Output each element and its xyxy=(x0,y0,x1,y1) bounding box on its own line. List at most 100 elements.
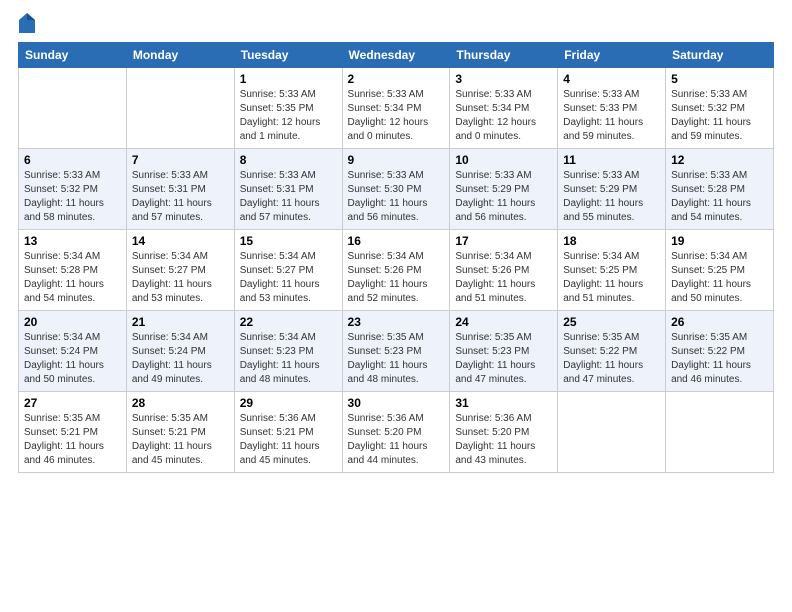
day-number: 3 xyxy=(455,72,552,86)
day-number: 2 xyxy=(348,72,445,86)
header-tuesday: Tuesday xyxy=(234,43,342,68)
calendar-cell: 25 Sunrise: 5:35 AMSunset: 5:22 PMDaylig… xyxy=(558,311,666,392)
day-detail: Sunrise: 5:33 AMSunset: 5:33 PMDaylight:… xyxy=(563,89,643,142)
day-number: 19 xyxy=(671,234,768,248)
day-number: 9 xyxy=(348,153,445,167)
day-detail: Sunrise: 5:33 AMSunset: 5:32 PMDaylight:… xyxy=(671,89,751,142)
calendar-cell: 27 Sunrise: 5:35 AMSunset: 5:21 PMDaylig… xyxy=(19,392,127,473)
day-detail: Sunrise: 5:33 AMSunset: 5:30 PMDaylight:… xyxy=(348,170,428,223)
calendar-cell: 14 Sunrise: 5:34 AMSunset: 5:27 PMDaylig… xyxy=(126,230,234,311)
day-detail: Sunrise: 5:33 AMSunset: 5:28 PMDaylight:… xyxy=(671,170,751,223)
day-number: 17 xyxy=(455,234,552,248)
day-number: 22 xyxy=(240,315,337,329)
day-number: 27 xyxy=(24,396,121,410)
calendar-week-row: 1 Sunrise: 5:33 AMSunset: 5:35 PMDayligh… xyxy=(19,68,774,149)
day-detail: Sunrise: 5:35 AMSunset: 5:21 PMDaylight:… xyxy=(132,413,212,466)
day-number: 11 xyxy=(563,153,660,167)
header-thursday: Thursday xyxy=(450,43,558,68)
header-saturday: Saturday xyxy=(666,43,774,68)
weekday-header-row: Sunday Monday Tuesday Wednesday Thursday… xyxy=(19,43,774,68)
calendar-cell: 15 Sunrise: 5:34 AMSunset: 5:27 PMDaylig… xyxy=(234,230,342,311)
calendar-cell: 30 Sunrise: 5:36 AMSunset: 5:20 PMDaylig… xyxy=(342,392,450,473)
day-detail: Sunrise: 5:33 AMSunset: 5:32 PMDaylight:… xyxy=(24,170,104,223)
calendar-cell: 20 Sunrise: 5:34 AMSunset: 5:24 PMDaylig… xyxy=(19,311,127,392)
day-number: 26 xyxy=(671,315,768,329)
day-number: 7 xyxy=(132,153,229,167)
day-detail: Sunrise: 5:33 AMSunset: 5:31 PMDaylight:… xyxy=(132,170,212,223)
calendar-cell: 12 Sunrise: 5:33 AMSunset: 5:28 PMDaylig… xyxy=(666,149,774,230)
day-number: 20 xyxy=(24,315,121,329)
calendar-cell: 26 Sunrise: 5:35 AMSunset: 5:22 PMDaylig… xyxy=(666,311,774,392)
day-number: 1 xyxy=(240,72,337,86)
day-detail: Sunrise: 5:35 AMSunset: 5:22 PMDaylight:… xyxy=(671,332,751,385)
day-detail: Sunrise: 5:36 AMSunset: 5:20 PMDaylight:… xyxy=(348,413,428,466)
header-monday: Monday xyxy=(126,43,234,68)
day-detail: Sunrise: 5:33 AMSunset: 5:35 PMDaylight:… xyxy=(240,89,321,142)
calendar-cell: 18 Sunrise: 5:34 AMSunset: 5:25 PMDaylig… xyxy=(558,230,666,311)
day-number: 23 xyxy=(348,315,445,329)
day-detail: Sunrise: 5:34 AMSunset: 5:28 PMDaylight:… xyxy=(24,251,104,304)
day-detail: Sunrise: 5:35 AMSunset: 5:21 PMDaylight:… xyxy=(24,413,104,466)
day-number: 25 xyxy=(563,315,660,329)
calendar-cell: 29 Sunrise: 5:36 AMSunset: 5:21 PMDaylig… xyxy=(234,392,342,473)
day-number: 13 xyxy=(24,234,121,248)
header-wednesday: Wednesday xyxy=(342,43,450,68)
day-number: 10 xyxy=(455,153,552,167)
calendar-cell xyxy=(19,68,127,149)
day-number: 4 xyxy=(563,72,660,86)
calendar-table: Sunday Monday Tuesday Wednesday Thursday… xyxy=(18,42,774,473)
day-detail: Sunrise: 5:35 AMSunset: 5:22 PMDaylight:… xyxy=(563,332,643,385)
calendar-cell: 1 Sunrise: 5:33 AMSunset: 5:35 PMDayligh… xyxy=(234,68,342,149)
calendar-cell: 8 Sunrise: 5:33 AMSunset: 5:31 PMDayligh… xyxy=(234,149,342,230)
calendar-cell: 6 Sunrise: 5:33 AMSunset: 5:32 PMDayligh… xyxy=(19,149,127,230)
calendar-cell: 16 Sunrise: 5:34 AMSunset: 5:26 PMDaylig… xyxy=(342,230,450,311)
calendar-cell: 23 Sunrise: 5:35 AMSunset: 5:23 PMDaylig… xyxy=(342,311,450,392)
day-detail: Sunrise: 5:35 AMSunset: 5:23 PMDaylight:… xyxy=(348,332,428,385)
day-number: 29 xyxy=(240,396,337,410)
calendar-cell: 9 Sunrise: 5:33 AMSunset: 5:30 PMDayligh… xyxy=(342,149,450,230)
day-number: 16 xyxy=(348,234,445,248)
day-detail: Sunrise: 5:34 AMSunset: 5:27 PMDaylight:… xyxy=(240,251,320,304)
day-detail: Sunrise: 5:34 AMSunset: 5:24 PMDaylight:… xyxy=(132,332,212,385)
calendar-cell: 7 Sunrise: 5:33 AMSunset: 5:31 PMDayligh… xyxy=(126,149,234,230)
calendar-cell: 4 Sunrise: 5:33 AMSunset: 5:33 PMDayligh… xyxy=(558,68,666,149)
day-detail: Sunrise: 5:34 AMSunset: 5:26 PMDaylight:… xyxy=(348,251,428,304)
day-number: 30 xyxy=(348,396,445,410)
calendar-cell xyxy=(126,68,234,149)
day-detail: Sunrise: 5:36 AMSunset: 5:20 PMDaylight:… xyxy=(455,413,535,466)
header xyxy=(18,10,774,36)
day-detail: Sunrise: 5:33 AMSunset: 5:31 PMDaylight:… xyxy=(240,170,320,223)
day-number: 28 xyxy=(132,396,229,410)
day-number: 31 xyxy=(455,396,552,410)
calendar-week-row: 13 Sunrise: 5:34 AMSunset: 5:28 PMDaylig… xyxy=(19,230,774,311)
calendar-cell: 28 Sunrise: 5:35 AMSunset: 5:21 PMDaylig… xyxy=(126,392,234,473)
day-detail: Sunrise: 5:34 AMSunset: 5:24 PMDaylight:… xyxy=(24,332,104,385)
day-number: 14 xyxy=(132,234,229,248)
calendar-week-row: 27 Sunrise: 5:35 AMSunset: 5:21 PMDaylig… xyxy=(19,392,774,473)
day-detail: Sunrise: 5:34 AMSunset: 5:27 PMDaylight:… xyxy=(132,251,212,304)
calendar-cell: 11 Sunrise: 5:33 AMSunset: 5:29 PMDaylig… xyxy=(558,149,666,230)
day-detail: Sunrise: 5:34 AMSunset: 5:25 PMDaylight:… xyxy=(671,251,751,304)
day-detail: Sunrise: 5:33 AMSunset: 5:29 PMDaylight:… xyxy=(455,170,535,223)
day-number: 21 xyxy=(132,315,229,329)
day-detail: Sunrise: 5:35 AMSunset: 5:23 PMDaylight:… xyxy=(455,332,535,385)
day-number: 18 xyxy=(563,234,660,248)
day-detail: Sunrise: 5:34 AMSunset: 5:23 PMDaylight:… xyxy=(240,332,320,385)
page: Sunday Monday Tuesday Wednesday Thursday… xyxy=(0,0,792,612)
day-number: 24 xyxy=(455,315,552,329)
calendar-cell: 19 Sunrise: 5:34 AMSunset: 5:25 PMDaylig… xyxy=(666,230,774,311)
calendar-cell: 31 Sunrise: 5:36 AMSunset: 5:20 PMDaylig… xyxy=(450,392,558,473)
day-detail: Sunrise: 5:36 AMSunset: 5:21 PMDaylight:… xyxy=(240,413,320,466)
calendar-cell: 2 Sunrise: 5:33 AMSunset: 5:34 PMDayligh… xyxy=(342,68,450,149)
calendar-cell: 24 Sunrise: 5:35 AMSunset: 5:23 PMDaylig… xyxy=(450,311,558,392)
calendar-cell: 17 Sunrise: 5:34 AMSunset: 5:26 PMDaylig… xyxy=(450,230,558,311)
header-friday: Friday xyxy=(558,43,666,68)
day-detail: Sunrise: 5:33 AMSunset: 5:34 PMDaylight:… xyxy=(455,89,536,142)
calendar-cell: 5 Sunrise: 5:33 AMSunset: 5:32 PMDayligh… xyxy=(666,68,774,149)
day-detail: Sunrise: 5:33 AMSunset: 5:34 PMDaylight:… xyxy=(348,89,429,142)
calendar-cell: 13 Sunrise: 5:34 AMSunset: 5:28 PMDaylig… xyxy=(19,230,127,311)
logo xyxy=(18,14,38,36)
header-sunday: Sunday xyxy=(19,43,127,68)
calendar-cell: 22 Sunrise: 5:34 AMSunset: 5:23 PMDaylig… xyxy=(234,311,342,392)
day-number: 6 xyxy=(24,153,121,167)
